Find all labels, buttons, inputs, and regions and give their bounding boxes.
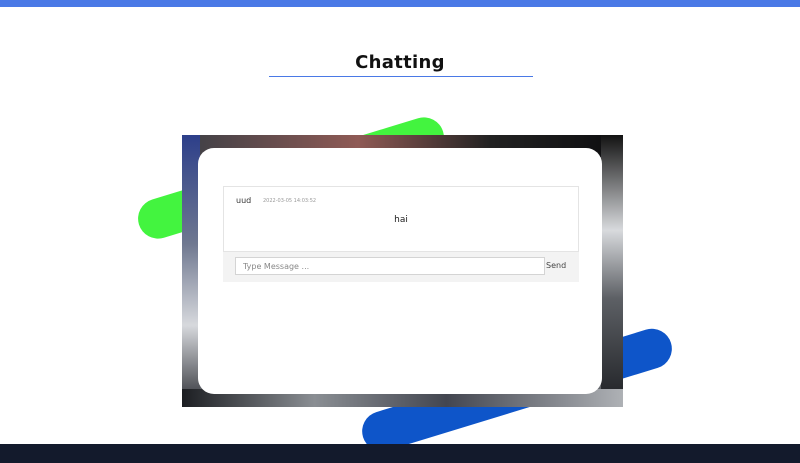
chat-card: uud 2022-03-05 14:03:52 hai Send	[198, 148, 602, 394]
message-text: hai	[394, 215, 408, 225]
photo-band	[601, 135, 623, 407]
message-input[interactable]	[235, 257, 545, 275]
send-button[interactable]: Send	[546, 261, 566, 270]
message-list[interactable]: uud 2022-03-05 14:03:52 hai	[223, 186, 579, 252]
title-underline	[269, 76, 533, 77]
message-timestamp: 2022-03-05 14:03:52	[263, 198, 317, 204]
message-user: uud	[236, 196, 252, 205]
top-bar	[0, 0, 800, 7]
page-title: Chatting	[355, 52, 445, 73]
footer-bar	[0, 444, 800, 463]
message-input-row: Send	[223, 252, 579, 282]
